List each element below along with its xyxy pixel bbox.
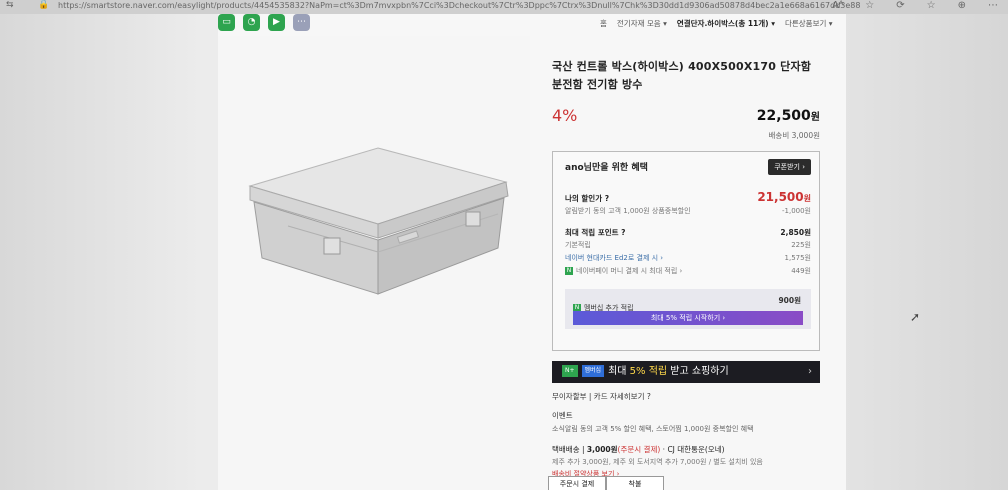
share-chat-icon[interactable]: ◔ xyxy=(243,14,260,31)
delivery-label: 택배배송 xyxy=(552,445,580,454)
banner-text-a: 최대 xyxy=(608,366,630,377)
product-title: 국산 컨트롤 박스(하이박스) 400X500X170 단자함 분전함 전기함 … xyxy=(552,60,812,91)
order-pay-button[interactable]: 주문시 결제 xyxy=(548,476,606,490)
extensions-icon[interactable]: ⊕ xyxy=(958,0,966,11)
alarm-label: 알림받기 동의 고객 1,000원 상품중복할인 xyxy=(565,207,691,215)
lock-icon[interactable]: 🔒 xyxy=(38,0,49,10)
discount-rate: 4% xyxy=(552,106,578,125)
cod-button[interactable]: 착불 xyxy=(606,476,664,490)
share-more-icon[interactable]: ⋯ xyxy=(293,14,310,31)
points-help-icon[interactable]: ? xyxy=(621,228,625,237)
points-label: 최대 적립 포인트 xyxy=(565,228,619,237)
banner-text-b: 받고 쇼핑하기 xyxy=(667,366,729,377)
event-desc: 소식알림 동의 고객 5% 할인 혜택, 스토어찜 1,000원 중복할인 혜택 xyxy=(552,425,754,433)
points-value: 2,850원 xyxy=(780,228,811,237)
payment-options: 주문시 결제 착불 xyxy=(548,476,664,490)
event-section: 이벤트 소식알림 동의 고객 5% 할인 혜택, 스토어찜 1,000원 중복할… xyxy=(552,410,820,434)
basic-value: 225원 xyxy=(791,241,811,249)
browser-actions: Aᴬ ☆ ⟳ ☆ ⊕ ⋯ xyxy=(832,0,998,11)
card-points-row: 네이버 현대카드 Ed2로 결제 시 › 1,575원 xyxy=(565,253,811,266)
favorites-icon[interactable]: ☆ xyxy=(927,0,936,11)
membership-badge: 멤버십 xyxy=(581,365,605,377)
share-icons: ▭ ◔ ▶ ⋯ xyxy=(218,14,310,31)
money-points-link[interactable]: 네이버페이 머니 결제 시 최대 적립 › xyxy=(576,267,682,275)
product-info: 국산 컨트롤 박스(하이박스) 400X500X170 단자함 분전함 전기함 … xyxy=(552,58,820,479)
more-icon[interactable]: ⋯ xyxy=(988,0,998,11)
browser-toolbar: ⇆ 🔒 https://smartstore.naver.com/easylig… xyxy=(0,0,1008,14)
control-box-picture xyxy=(248,147,509,295)
alarm-discount-row: 알림받기 동의 고객 1,000원 상품중복할인 -1,000원 xyxy=(565,206,811,219)
points-row: 최대 적립 포인트 ? 2,850원 xyxy=(565,227,811,240)
favorite-icon[interactable]: ☆ xyxy=(865,0,874,11)
crumb-store[interactable]: 연결단자.하이박스(총 11개) ▾ xyxy=(677,18,775,29)
banner-highlight: 5% 적립 xyxy=(629,366,668,377)
basic-label: 기본적립 xyxy=(565,241,591,249)
delivery-extra: 제주 추가 3,000원, 제주 외 도서지역 추가 7,000원 / 별도 설… xyxy=(552,458,763,466)
my-discount-label: 나의 할인가 xyxy=(565,194,603,203)
interest-free-label[interactable]: 무이자할부 | 카드 자세히보기 ? xyxy=(552,392,651,401)
alarm-value: -1,000원 xyxy=(781,207,811,215)
membership-start-button[interactable]: 최대 5% 적립 시작하기 › xyxy=(573,311,803,325)
read-aloud-icon[interactable]: Aᴬ xyxy=(832,0,843,11)
delivery-section: 택배배송 | 3,000원(주문시 결제) · CJ 대한통운(오네) 제주 추… xyxy=(552,444,820,479)
membership-value: 900원 xyxy=(778,296,801,305)
benefit-box: ano님만을 위한 혜택 쿠폰받기 › 나의 할인가 ? 21,500원 알림받… xyxy=(552,151,820,351)
coupon-button[interactable]: 쿠폰받기 › xyxy=(768,159,811,175)
page: ▭ ◔ ▶ ⋯ 홈 전기자재 모음 ▾ 연결단자.하이박스(총 11개) ▾ 다… xyxy=(0,14,1008,490)
crumb-category[interactable]: 전기자재 모음 ▾ xyxy=(617,18,667,29)
price-row: 4% 22,500원 xyxy=(552,106,820,132)
membership-banner[interactable]: N+ 멤버십 최대 5% 적립 받고 쇼핑하기 › xyxy=(552,361,820,383)
naver-n-icon: N xyxy=(565,267,573,275)
delivery-fee: 3,000원 xyxy=(586,445,618,454)
store-content: ▭ ◔ ▶ ⋯ 홈 전기자재 모음 ▾ 연결단자.하이박스(총 11개) ▾ 다… xyxy=(218,14,846,490)
basic-points-row: 기본적립 225원 xyxy=(565,240,811,253)
card-points-link[interactable]: 네이버 현대카드 Ed2로 결제 시 › xyxy=(565,253,663,263)
share-play-icon[interactable]: ▶ xyxy=(268,14,285,31)
share-talk-icon[interactable]: ▭ xyxy=(218,14,235,31)
crumb-home[interactable]: 홈 xyxy=(600,18,607,29)
breadcrumb: 홈 전기자재 모음 ▾ 연결단자.하이박스(총 11개) ▾ 다른상품보기 ▾ xyxy=(600,18,833,29)
address-bar[interactable]: https://smartstore.naver.com/easylight/p… xyxy=(58,1,860,10)
help-icon[interactable]: ? xyxy=(605,194,609,203)
delivery-carrier: · CJ 대한통운(오네) xyxy=(662,445,725,454)
product-image[interactable] xyxy=(218,36,530,490)
membership-box: N 멤버십 추가 적립 900원 최대 5% 적립 시작하기 › xyxy=(565,289,811,329)
interest-free-row: 무이자할부 | 카드 자세히보기 ? xyxy=(552,391,820,402)
mouse-cursor-icon: ➚ xyxy=(910,310,921,324)
naver-plus-badge: N+ xyxy=(562,365,578,377)
delivery-pay: (주문시 결제) xyxy=(617,445,661,454)
card-value: 1,575원 xyxy=(784,254,811,262)
crumb-more[interactable]: 다른상품보기 ▾ xyxy=(785,18,833,29)
sale-price: 22,500원 xyxy=(756,108,820,124)
my-discount-value: 21,500원 xyxy=(757,190,811,204)
my-discount-row: 나의 할인가 ? 21,500원 xyxy=(565,190,811,206)
money-points-row: N 네이버페이 머니 결제 시 최대 적립 › 449원 xyxy=(565,266,811,279)
tab-switch-icon[interactable]: ⇆ xyxy=(6,0,14,10)
refresh-icon[interactable]: ⟳ xyxy=(896,0,904,11)
event-label: 이벤트 xyxy=(552,411,573,420)
money-value: 449원 xyxy=(791,267,811,275)
chevron-right-icon: › xyxy=(808,366,812,377)
